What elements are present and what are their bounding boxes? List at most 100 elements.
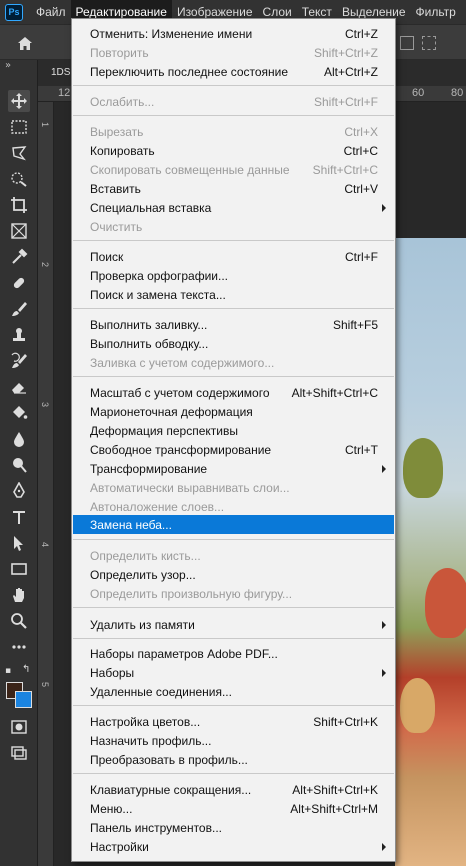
menu-item-clear[interactable]: Очистить: [73, 217, 394, 236]
blur-icon[interactable]: [8, 428, 30, 450]
lasso-icon[interactable]: [8, 142, 30, 164]
menu-item-convert-to-profile[interactable]: Преобразовать в профиль...: [73, 750, 394, 769]
options-right-controls: [400, 31, 466, 55]
submenu-arrow-icon: [382, 621, 386, 629]
menu-item-adobe-pdf-presets[interactable]: Наборы параметров Adobe PDF...: [73, 644, 394, 663]
menu-separator: [73, 705, 394, 706]
home-icon: [18, 36, 32, 50]
menu-item-remote-connections[interactable]: Удаленные соединения...: [73, 682, 394, 701]
dome-shape: [403, 438, 443, 498]
menu-item-undo[interactable]: Отменить: Изменение имени Ctrl+Z: [73, 24, 394, 43]
move-icon[interactable]: [8, 90, 30, 112]
menu-item-perspective-warp[interactable]: Деформация перспективы: [73, 421, 394, 440]
screen-mode-icon[interactable]: [8, 742, 30, 764]
menu-item-assign-profile[interactable]: Назначить профиль...: [73, 731, 394, 750]
menu-item-stroke[interactable]: Выполнить обводку...: [73, 334, 394, 353]
menu-item-define-pattern[interactable]: Определить узор...: [73, 565, 394, 584]
ruler-tick: 12: [58, 87, 71, 99]
menu-item-toolbar[interactable]: Панель инструментов...: [73, 818, 394, 837]
document-tab[interactable]: 1DS: [51, 67, 70, 78]
quick-mask-icon[interactable]: [8, 716, 30, 738]
more-tools-icon[interactable]: [8, 636, 30, 658]
menu-separator: [73, 773, 394, 774]
clone-stamp-icon[interactable]: [8, 324, 30, 346]
dome-shape: [425, 568, 466, 638]
marquee-icon[interactable]: [8, 116, 30, 138]
menu-item-color-settings[interactable]: Настройка цветов... Shift+Ctrl+K: [73, 712, 394, 731]
frame-icon[interactable]: [8, 220, 30, 242]
menu-item-puppet-warp[interactable]: Марионеточная деформация: [73, 402, 394, 421]
rectangle-icon[interactable]: [8, 558, 30, 580]
submenu-arrow-icon: [382, 843, 386, 851]
pen-icon[interactable]: [8, 480, 30, 502]
menu-file[interactable]: Файл: [31, 0, 71, 24]
menu-item-preferences[interactable]: Настройки: [73, 837, 394, 856]
document-image: [395, 238, 466, 866]
dome-shape: [400, 678, 435, 733]
menu-filter[interactable]: Фильтр: [411, 0, 461, 24]
vertical-ruler: 1 2 3 4 5: [38, 102, 54, 866]
menu-item-fade[interactable]: Ослабить... Shift+Ctrl+F: [73, 92, 394, 111]
ruler-tick: 4: [40, 542, 50, 548]
eyedropper-icon[interactable]: [8, 246, 30, 268]
history-brush-icon[interactable]: [8, 350, 30, 372]
quick-selection-icon[interactable]: [8, 168, 30, 190]
menu-separator: [73, 85, 394, 86]
menu-item-transform[interactable]: Трансформирование: [73, 459, 394, 478]
submenu-arrow-icon: [382, 204, 386, 212]
menu-separator: [73, 115, 394, 116]
submenu-arrow-icon: [382, 465, 386, 473]
ruler-tick: 2: [40, 262, 50, 268]
menu-item-define-custom-shape[interactable]: Определить произвольную фигуру...: [73, 584, 394, 603]
menu-item-copy-merged[interactable]: Скопировать совмещенные данные Shift+Ctrl…: [73, 160, 394, 179]
menu-separator: [73, 376, 394, 377]
ruler-tick: 1: [40, 122, 50, 128]
menu-item-content-aware-scale[interactable]: Масштаб с учетом содержимого Alt+Shift+Ct…: [73, 383, 394, 402]
ruler-tick: 80: [451, 87, 464, 99]
menu-item-paste-special[interactable]: Специальная вставка: [73, 198, 394, 217]
menu-separator: [73, 638, 394, 639]
hand-icon[interactable]: [8, 584, 30, 606]
photoshop-logo-icon: Ps: [5, 3, 23, 21]
menu-item-cut[interactable]: Вырезать Ctrl+X: [73, 122, 394, 141]
healing-brush-icon[interactable]: [8, 272, 30, 294]
menu-item-find-replace-text[interactable]: Поиск и замена текста...: [73, 285, 394, 304]
zoom-icon[interactable]: [8, 610, 30, 632]
default-colors-icon[interactable]: ▪: [5, 666, 11, 676]
menu-item-free-transform[interactable]: Свободное трансформирование Ctrl+T: [73, 440, 394, 459]
menu-item-fill[interactable]: Выполнить заливку... Shift+F5: [73, 315, 394, 334]
menu-item-presets[interactable]: Наборы: [73, 663, 394, 682]
menu-item-paste[interactable]: Вставить Ctrl+V: [73, 179, 394, 198]
menu-item-toggle-last-state[interactable]: Переключить последнее состояние Alt+Ctrl+…: [73, 62, 394, 81]
type-icon[interactable]: [8, 506, 30, 528]
menu-item-redo[interactable]: Повторить Shift+Ctrl+Z: [73, 43, 394, 62]
menu-item-purge[interactable]: Удалить из памяти: [73, 615, 394, 634]
menu-item-content-aware-fill[interactable]: Заливка с учетом содержимого...: [73, 353, 394, 372]
transform-controls-icon[interactable]: [422, 36, 436, 50]
background-color-swatch[interactable]: [15, 691, 32, 708]
menu-item-sky-replacement[interactable]: Замена неба...: [73, 515, 394, 534]
menu-item-copy[interactable]: Копировать Ctrl+C: [73, 141, 394, 160]
paint-bucket-icon[interactable]: [8, 402, 30, 424]
dodge-icon[interactable]: [8, 454, 30, 476]
menu-item-keyboard-shortcuts[interactable]: Клавиатурные сокращения... Alt+Shift+Ctrl…: [73, 780, 394, 799]
menu-separator: [73, 240, 394, 241]
home-button[interactable]: [10, 30, 40, 56]
menu-item-auto-blend-layers[interactable]: Автоналожение слоев...: [73, 497, 394, 516]
path-selection-icon[interactable]: [8, 532, 30, 554]
eraser-icon[interactable]: [8, 376, 30, 398]
menu-item-search[interactable]: Поиск Ctrl+F: [73, 247, 394, 266]
ruler-tick: 3: [40, 402, 50, 408]
ruler-tick: 60: [412, 87, 425, 99]
menu-item-auto-align-layers[interactable]: Автоматически выравнивать слои...: [73, 478, 394, 497]
crop-icon[interactable]: [8, 194, 30, 216]
menu-item-menus[interactable]: Меню... Alt+Shift+Ctrl+M: [73, 799, 394, 818]
menu-item-check-spelling[interactable]: Проверка орфографии...: [73, 266, 394, 285]
checkbox-icon[interactable]: [400, 36, 414, 50]
brush-icon[interactable]: [8, 298, 30, 320]
collapse-panel-icon[interactable]: »: [5, 60, 11, 71]
swap-colors-icon[interactable]: ↰: [22, 664, 30, 675]
ruler-tick: 5: [40, 682, 50, 688]
menu-item-define-brush[interactable]: Определить кисть...: [73, 546, 394, 565]
menu-separator: [73, 607, 394, 608]
